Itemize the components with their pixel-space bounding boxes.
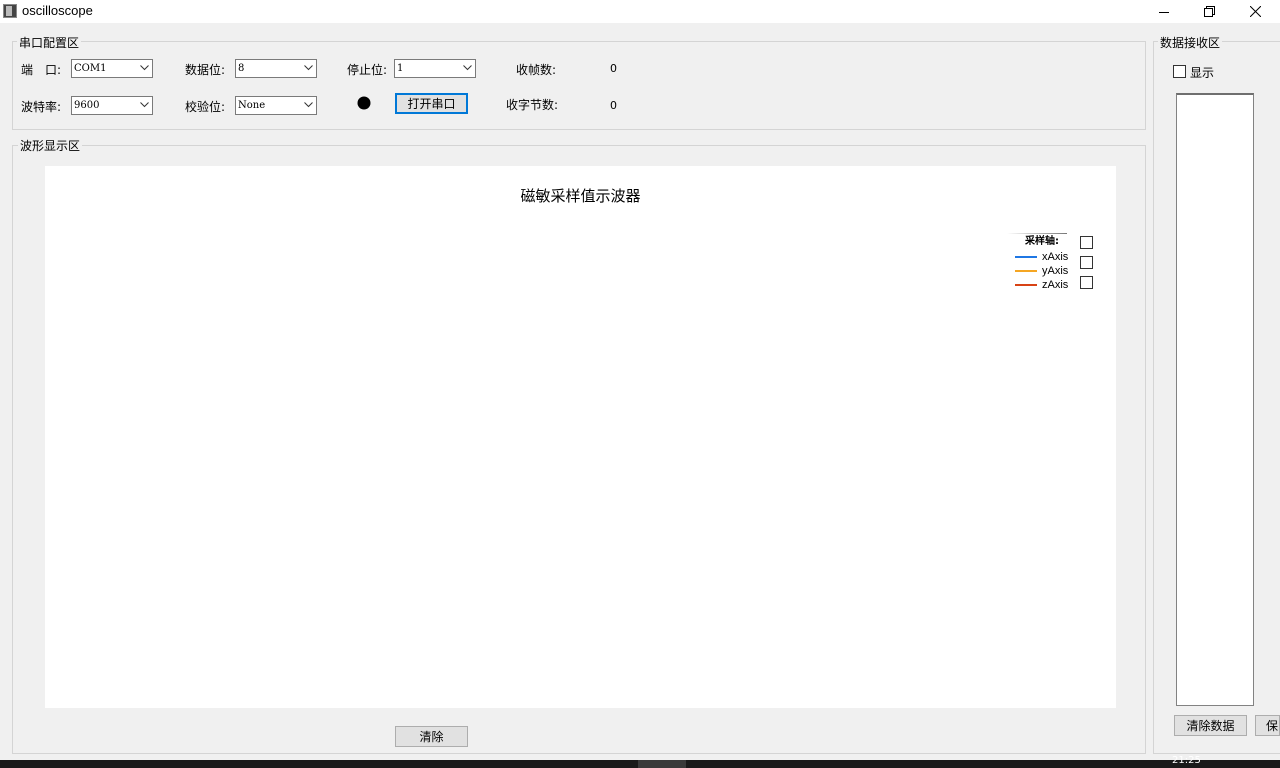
chevron-down-icon [463,65,472,71]
legend-xaxis-checkbox[interactable] [1080,256,1093,269]
serial-config-title: 串口配置区 [17,34,82,51]
bytes-label: 收字节数: [506,98,559,112]
stopbits-value: 1 [397,63,404,74]
databits-value: 8 [238,63,245,74]
legend-line-zaxis [1015,284,1037,286]
parity-label: 校验位: [185,100,226,114]
stopbits-label: 停止位: [347,63,388,77]
app-icon [3,4,17,18]
waveform-title: 波形显示区 [18,137,83,154]
legend-label-yaxis: yAxis [1042,265,1069,277]
legend-line-yaxis [1015,270,1037,272]
title-bar: oscilloscope [0,0,1280,23]
port-select[interactable]: COM1 [71,59,153,78]
restore-button[interactable] [1186,0,1232,23]
clear-chart-button[interactable]: 清除 [395,726,468,747]
legend-zaxis-checkbox[interactable] [1080,276,1093,289]
receive-title: 数据接收区 [1158,34,1223,51]
stopbits-select[interactable]: 1 [394,59,476,78]
parity-value: None [238,100,266,111]
legend-label-xaxis: xAxis [1042,251,1069,263]
open-port-button[interactable]: 打开串口 [395,93,468,114]
restore-icon [1203,6,1215,17]
minimize-icon [1159,11,1169,13]
taskbar: 21:25 [0,756,1280,768]
frames-label: 收帧数: [516,63,557,77]
taskbar-clock: 21:25 [1172,756,1201,764]
port-label: 端 口: [21,63,62,77]
serial-config-group [12,41,1146,130]
baud-label: 波特率: [21,100,62,114]
receive-textarea[interactable] [1176,93,1254,706]
parity-select[interactable]: None [235,96,317,115]
bytes-value: 0 [610,99,617,112]
waveform-chart[interactable]: 磁敏采样值示波器 采样轴: xAxis yAxis zAxis [45,166,1116,708]
status-indicator-icon [357,96,371,110]
legend-header: 采样轴: [1025,236,1059,247]
databits-label: 数据位: [185,63,226,77]
chevron-down-icon [304,102,313,108]
taskbar-active-app[interactable] [638,760,686,768]
legend-line-xaxis [1015,256,1037,258]
legend-label-zaxis: zAxis [1042,279,1069,291]
close-button[interactable] [1232,0,1278,23]
save-button[interactable]: 保 [1255,715,1280,736]
chevron-down-icon [140,102,149,108]
clear-data-button[interactable]: 清除数据 [1174,715,1247,736]
show-label: 显示 [1190,66,1215,80]
close-icon [1249,6,1261,17]
chart-title: 磁敏采样值示波器 [520,187,641,205]
frames-value: 0 [610,62,617,75]
baud-select[interactable]: 9600 [71,96,153,115]
show-checkbox[interactable] [1173,65,1186,78]
minimize-button[interactable] [1141,0,1187,23]
port-value: COM1 [74,63,107,74]
window-title: oscilloscope [22,3,93,18]
legend-all-checkbox[interactable] [1080,236,1093,249]
chevron-down-icon [304,65,313,71]
chevron-down-icon [140,65,149,71]
databits-select[interactable]: 8 [235,59,317,78]
baud-value: 9600 [74,100,100,111]
